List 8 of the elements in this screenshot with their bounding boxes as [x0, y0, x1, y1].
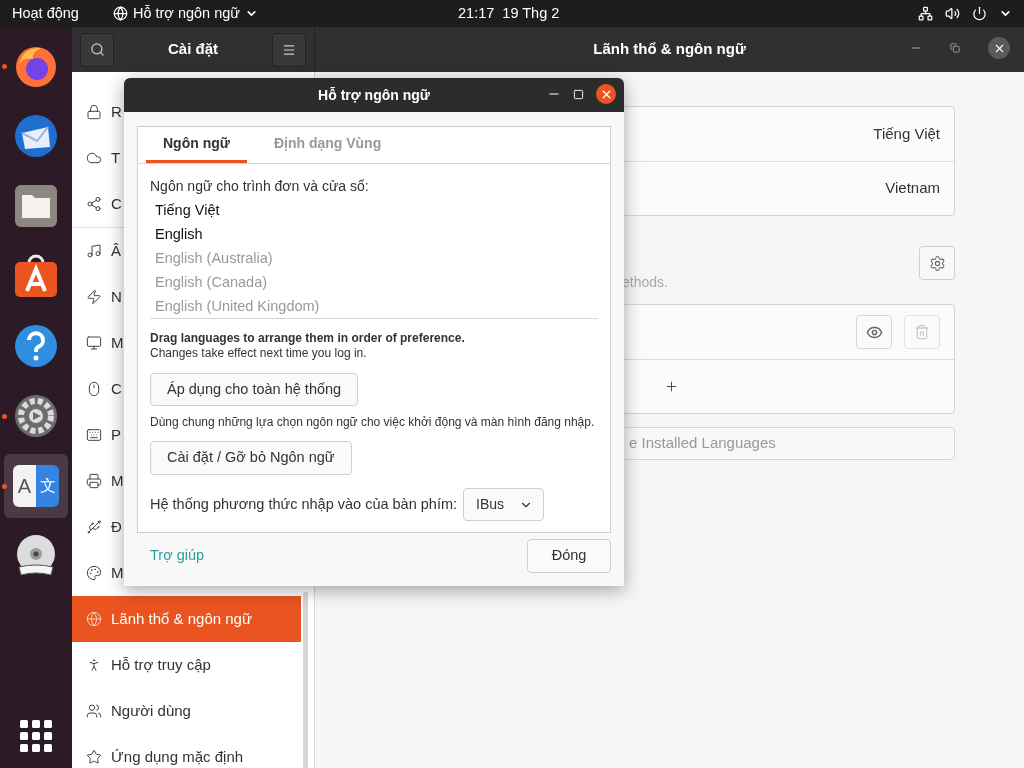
hint-text: ethods. — [622, 274, 668, 290]
input-method-label: Hệ thống phương thức nhập vào của bàn phím: — [150, 494, 458, 514]
change-note: Changes take effect next time you log in. — [150, 346, 368, 361]
dialog-title: Hỗ trợ ngôn ngữ — [318, 85, 430, 105]
page-title: Lãnh thổ & ngôn ngữ — [593, 39, 746, 60]
drag-hint: Drag languages to arrange them in order of preference. — [150, 331, 466, 346]
list-label: Ngôn ngữ cho trình đơn và cửa sổ: — [150, 177, 370, 196]
sidebar-title: Cài đặt — [168, 39, 218, 60]
